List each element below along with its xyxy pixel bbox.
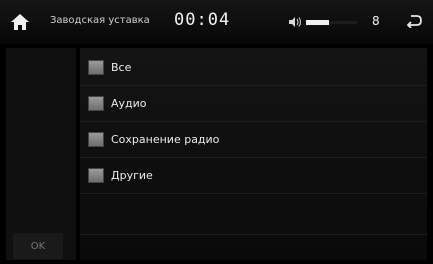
option-label: Все <box>111 60 132 74</box>
volume-icon[interactable] <box>288 16 302 28</box>
clock: 00:04 <box>174 10 231 30</box>
checkbox-all[interactable] <box>88 59 104 75</box>
sidebar <box>6 48 76 260</box>
divider <box>80 234 427 235</box>
option-label: Другие <box>111 168 153 182</box>
volume-slider-fill <box>306 20 330 25</box>
ok-button[interactable]: OK <box>13 233 63 259</box>
checkbox-other[interactable] <box>88 167 104 183</box>
option-label: Сохранение радио <box>111 132 220 146</box>
page-title: Заводская уставка <box>50 15 150 26</box>
option-label: Аудио <box>111 96 147 110</box>
option-other[interactable]: Другие <box>80 157 427 194</box>
top-bar: Заводская уставка 00:04 8 <box>0 0 433 44</box>
checkbox-audio[interactable] <box>88 95 104 111</box>
volume-value: 8 <box>372 14 380 28</box>
option-audio[interactable]: Аудио <box>80 85 427 122</box>
volume-slider[interactable] <box>306 20 358 25</box>
option-all[interactable]: Все <box>80 49 427 86</box>
option-radio-presets[interactable]: Сохранение радио <box>80 121 427 158</box>
options-list: Все Аудио Сохранение радио Другие <box>80 48 427 260</box>
back-icon[interactable] <box>406 14 422 28</box>
checkbox-radio-presets[interactable] <box>88 131 104 147</box>
home-icon[interactable] <box>10 13 30 31</box>
